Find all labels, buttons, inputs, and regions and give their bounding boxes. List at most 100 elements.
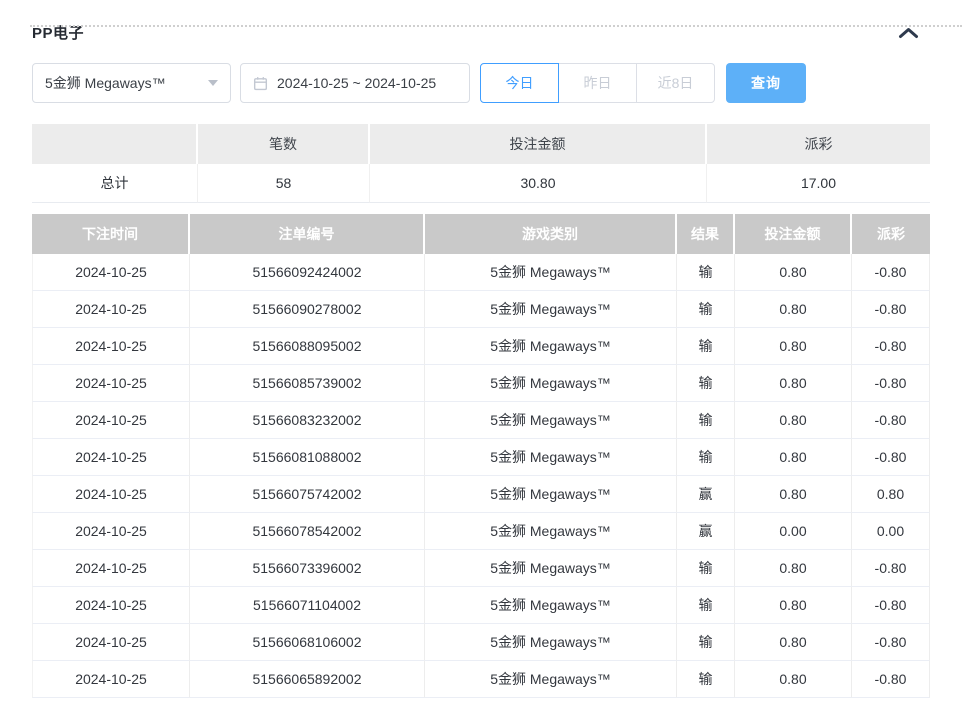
summary-total-row: 总计 58 30.80 17.00 xyxy=(32,164,930,203)
result-cell: 输 xyxy=(677,328,735,365)
table-row: 2024-10-25515660658920025金狮 Megaways™输0.… xyxy=(32,661,930,698)
game-type-cell: 5金狮 Megaways™ xyxy=(425,587,677,624)
bet-time-cell: 2024-10-25 xyxy=(32,254,190,291)
table-row: 2024-10-25515660757420025金狮 Megaways™赢0.… xyxy=(32,476,930,513)
game-type-cell: 5金狮 Megaways™ xyxy=(425,291,677,328)
bet-amount-cell: 0.80 xyxy=(735,661,852,698)
payout-cell: 0.00 xyxy=(852,513,930,550)
bet-amount-cell: 0.80 xyxy=(735,476,852,513)
bet-time-cell: 2024-10-25 xyxy=(32,661,190,698)
bet-time-cell: 2024-10-25 xyxy=(32,513,190,550)
result-cell: 输 xyxy=(677,254,735,291)
payout-cell: -0.80 xyxy=(852,291,930,328)
bet-records-header-cell: 注单编号 xyxy=(190,214,425,254)
payout-cell: 0.80 xyxy=(852,476,930,513)
payout-cell: -0.80 xyxy=(852,661,930,698)
game-type-cell: 5金狮 Megaways™ xyxy=(425,254,677,291)
game-select[interactable]: 5金狮 Megaways™ xyxy=(32,63,231,103)
table-row: 2024-10-25515660733960025金狮 Megaways™输0.… xyxy=(32,550,930,587)
bet-amount-cell: 0.80 xyxy=(735,439,852,476)
bet-time-cell: 2024-10-25 xyxy=(32,476,190,513)
game-type-cell: 5金狮 Megaways™ xyxy=(425,661,677,698)
game-type-cell: 5金狮 Megaways™ xyxy=(425,513,677,550)
order-number-cell: 51566081088002 xyxy=(190,439,425,476)
bet-amount-cell: 0.80 xyxy=(735,550,852,587)
pp-games-panel: PP电子 5金狮 Megaways™ 2024-10-25 ~ 2024-10-… xyxy=(0,23,962,698)
bet-amount-cell: 0.00 xyxy=(735,513,852,550)
payout-cell: -0.80 xyxy=(852,624,930,661)
date-range-input[interactable]: 2024-10-25 ~ 2024-10-25 xyxy=(240,63,470,103)
order-number-cell: 51566092424002 xyxy=(190,254,425,291)
table-row: 2024-10-25515660880950025金狮 Megaways™输0.… xyxy=(32,328,930,365)
bet-records-table: 下注时间注单编号游戏类别结果投注金额派彩 2024-10-25515660924… xyxy=(32,214,930,698)
filter-toolbar: 5金狮 Megaways™ 2024-10-25 ~ 2024-10-25 今日… xyxy=(32,63,930,103)
summary-total-bet-amount: 30.80 xyxy=(370,164,707,203)
result-cell: 赢 xyxy=(677,476,735,513)
payout-cell: -0.80 xyxy=(852,587,930,624)
table-row: 2024-10-25515660832320025金狮 Megaways™输0.… xyxy=(32,402,930,439)
date-quick-filter-group: 今日昨日近8日 xyxy=(480,63,715,103)
result-cell: 输 xyxy=(677,291,735,328)
game-type-cell: 5金狮 Megaways™ xyxy=(425,476,677,513)
bet-amount-cell: 0.80 xyxy=(735,402,852,439)
result-cell: 赢 xyxy=(677,513,735,550)
bet-amount-cell: 0.80 xyxy=(735,254,852,291)
bet-records-header-cell: 投注金额 xyxy=(735,214,852,254)
summary-total-label: 总计 xyxy=(32,164,198,203)
bet-amount-cell: 0.80 xyxy=(735,587,852,624)
game-type-cell: 5金狮 Megaways™ xyxy=(425,402,677,439)
quick-filter-button[interactable]: 今日 xyxy=(480,63,559,103)
date-range-value: 2024-10-25 ~ 2024-10-25 xyxy=(277,75,436,91)
bet-amount-cell: 0.80 xyxy=(735,291,852,328)
bet-amount-cell: 0.80 xyxy=(735,328,852,365)
chevron-down-icon xyxy=(208,80,218,86)
table-row: 2024-10-25515660810880025金狮 Megaways™输0.… xyxy=(32,439,930,476)
result-cell: 输 xyxy=(677,365,735,402)
order-number-cell: 51566088095002 xyxy=(190,328,425,365)
table-row: 2024-10-25515660681060025金狮 Megaways™输0.… xyxy=(32,624,930,661)
summary-header-cell xyxy=(32,124,198,164)
table-row: 2024-10-25515660711040025金狮 Megaways™输0.… xyxy=(32,587,930,624)
chevron-up-icon xyxy=(898,27,919,39)
summary-header-row: 笔数投注金额派彩 xyxy=(32,124,930,164)
game-type-cell: 5金狮 Megaways™ xyxy=(425,365,677,402)
collapse-panel-button[interactable] xyxy=(898,27,919,39)
order-number-cell: 51566083232002 xyxy=(190,402,425,439)
bet-time-cell: 2024-10-25 xyxy=(32,439,190,476)
result-cell: 输 xyxy=(677,661,735,698)
game-type-cell: 5金狮 Megaways™ xyxy=(425,439,677,476)
order-number-cell: 51566065892002 xyxy=(190,661,425,698)
bet-records-header-cell: 下注时间 xyxy=(32,214,190,254)
table-row: 2024-10-25515660924240025金狮 Megaways™输0.… xyxy=(32,254,930,291)
bet-records-header-cell: 派彩 xyxy=(852,214,930,254)
table-row: 2024-10-25515660785420025金狮 Megaways™赢0.… xyxy=(32,513,930,550)
order-number-cell: 51566090278002 xyxy=(190,291,425,328)
payout-cell: -0.80 xyxy=(852,328,930,365)
game-type-cell: 5金狮 Megaways™ xyxy=(425,328,677,365)
payout-cell: -0.80 xyxy=(852,402,930,439)
order-number-cell: 51566075742002 xyxy=(190,476,425,513)
game-type-cell: 5金狮 Megaways™ xyxy=(425,624,677,661)
result-cell: 输 xyxy=(677,624,735,661)
panel-top-dashed-border xyxy=(30,25,962,27)
calendar-icon xyxy=(253,76,268,91)
bet-time-cell: 2024-10-25 xyxy=(32,550,190,587)
quick-filter-button[interactable]: 昨日 xyxy=(558,63,637,103)
bet-records-header-cell: 游戏类别 xyxy=(425,214,677,254)
bet-time-cell: 2024-10-25 xyxy=(32,587,190,624)
order-number-cell: 51566085739002 xyxy=(190,365,425,402)
order-number-cell: 51566078542002 xyxy=(190,513,425,550)
bet-time-cell: 2024-10-25 xyxy=(32,328,190,365)
summary-table: 笔数投注金额派彩 总计 58 30.80 17.00 xyxy=(32,124,930,203)
table-row: 2024-10-25515660857390025金狮 Megaways™输0.… xyxy=(32,365,930,402)
bet-records-header-row: 下注时间注单编号游戏类别结果投注金额派彩 xyxy=(32,214,930,254)
bet-time-cell: 2024-10-25 xyxy=(32,402,190,439)
search-button[interactable]: 查询 xyxy=(726,63,806,103)
game-select-value: 5金狮 Megaways™ xyxy=(45,73,166,93)
bet-amount-cell: 0.80 xyxy=(735,365,852,402)
payout-cell: -0.80 xyxy=(852,550,930,587)
table-row: 2024-10-25515660902780025金狮 Megaways™输0.… xyxy=(32,291,930,328)
summary-total-payout: 17.00 xyxy=(707,164,930,203)
quick-filter-button[interactable]: 近8日 xyxy=(636,63,715,103)
summary-total-count: 58 xyxy=(198,164,370,203)
